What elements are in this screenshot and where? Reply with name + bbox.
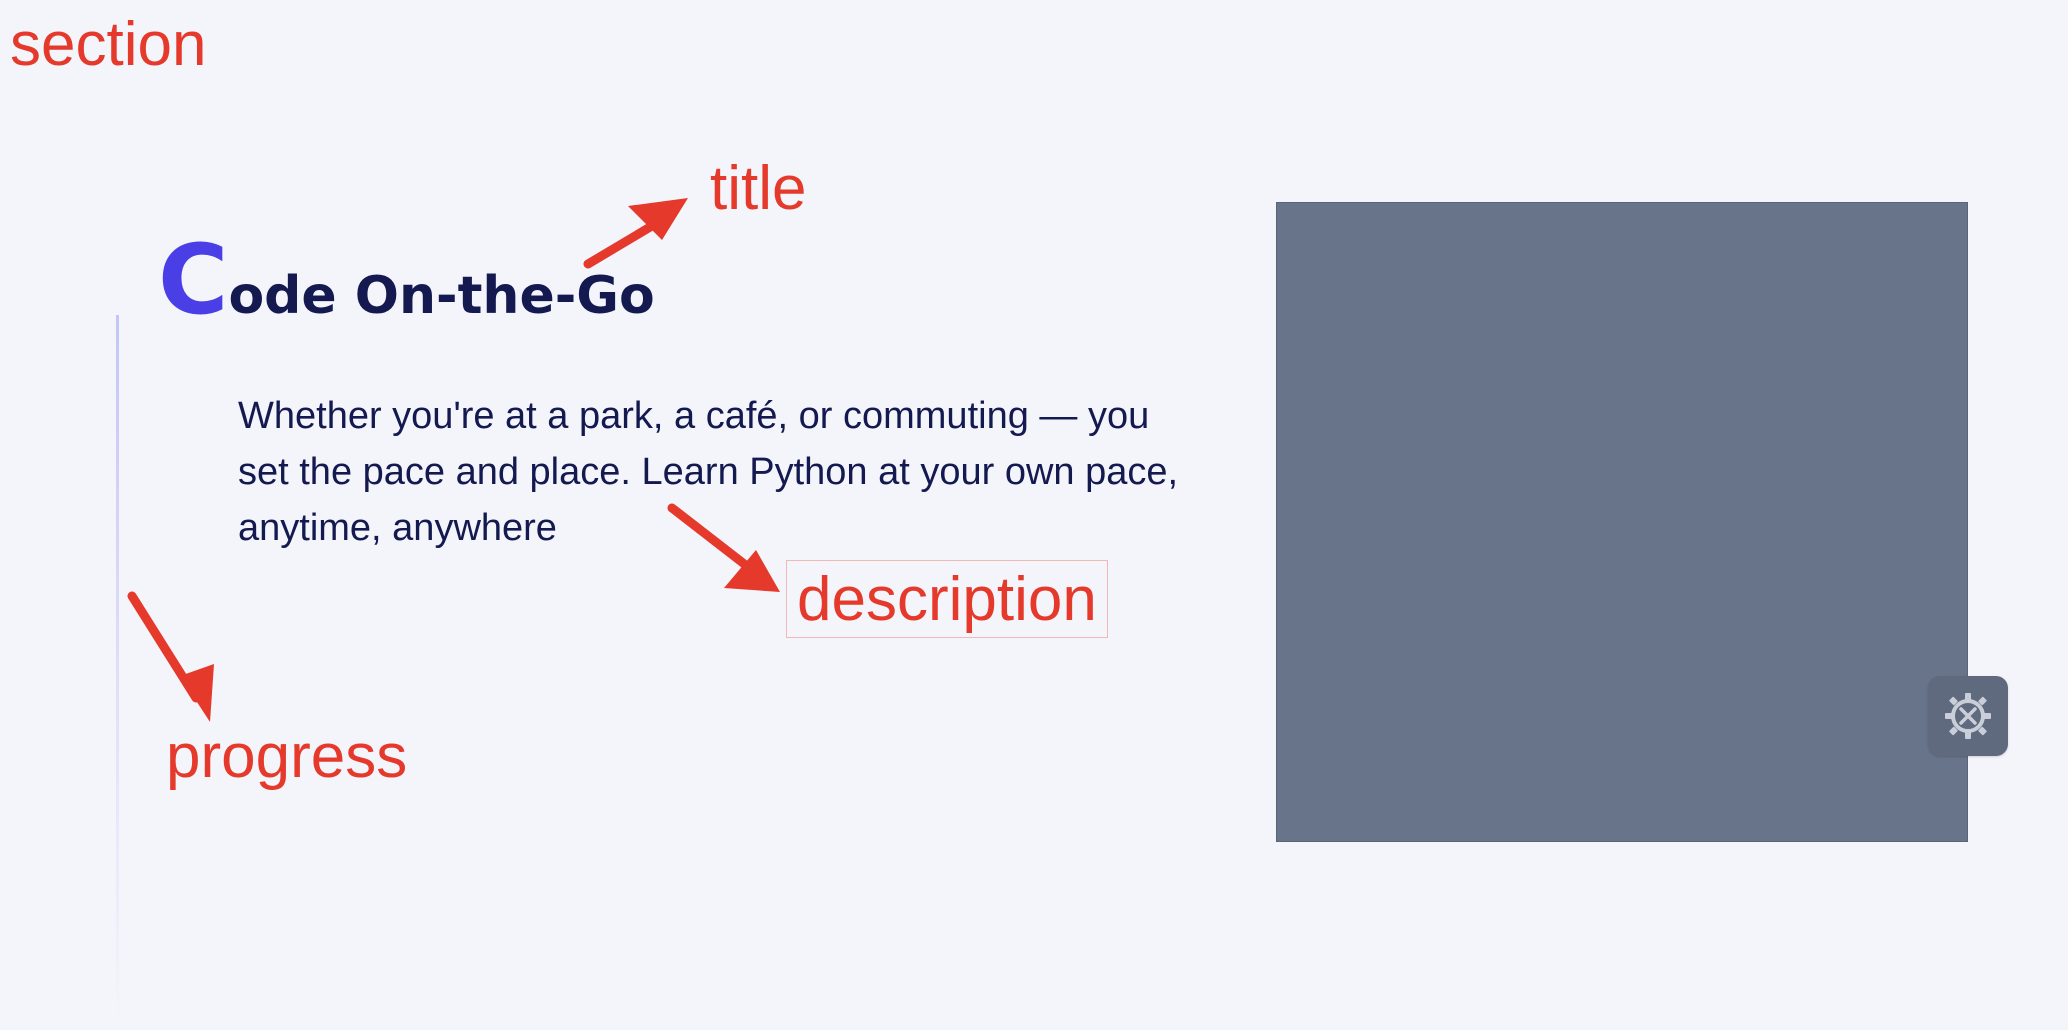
title-dropcap: C <box>158 224 229 336</box>
hero-description: Whether you're at a park, a café, or com… <box>238 395 1179 549</box>
title-text: ode On-the-Go <box>228 266 655 326</box>
progress-line <box>116 315 119 1025</box>
annotation-progress-label: progress <box>166 722 408 791</box>
settings-button[interactable] <box>1928 676 2008 756</box>
page: section title description progress Code … <box>0 0 2068 1030</box>
annotation-title-label: title <box>710 154 807 223</box>
annotation-description-label: description <box>786 560 1108 638</box>
media-placeholder <box>1276 202 1968 842</box>
gear-wrench-icon <box>1945 693 1991 739</box>
progress-arrow <box>127 591 214 722</box>
annotation-section-label: section <box>10 10 207 79</box>
hero-title: Code On-the-Go <box>158 232 655 328</box>
